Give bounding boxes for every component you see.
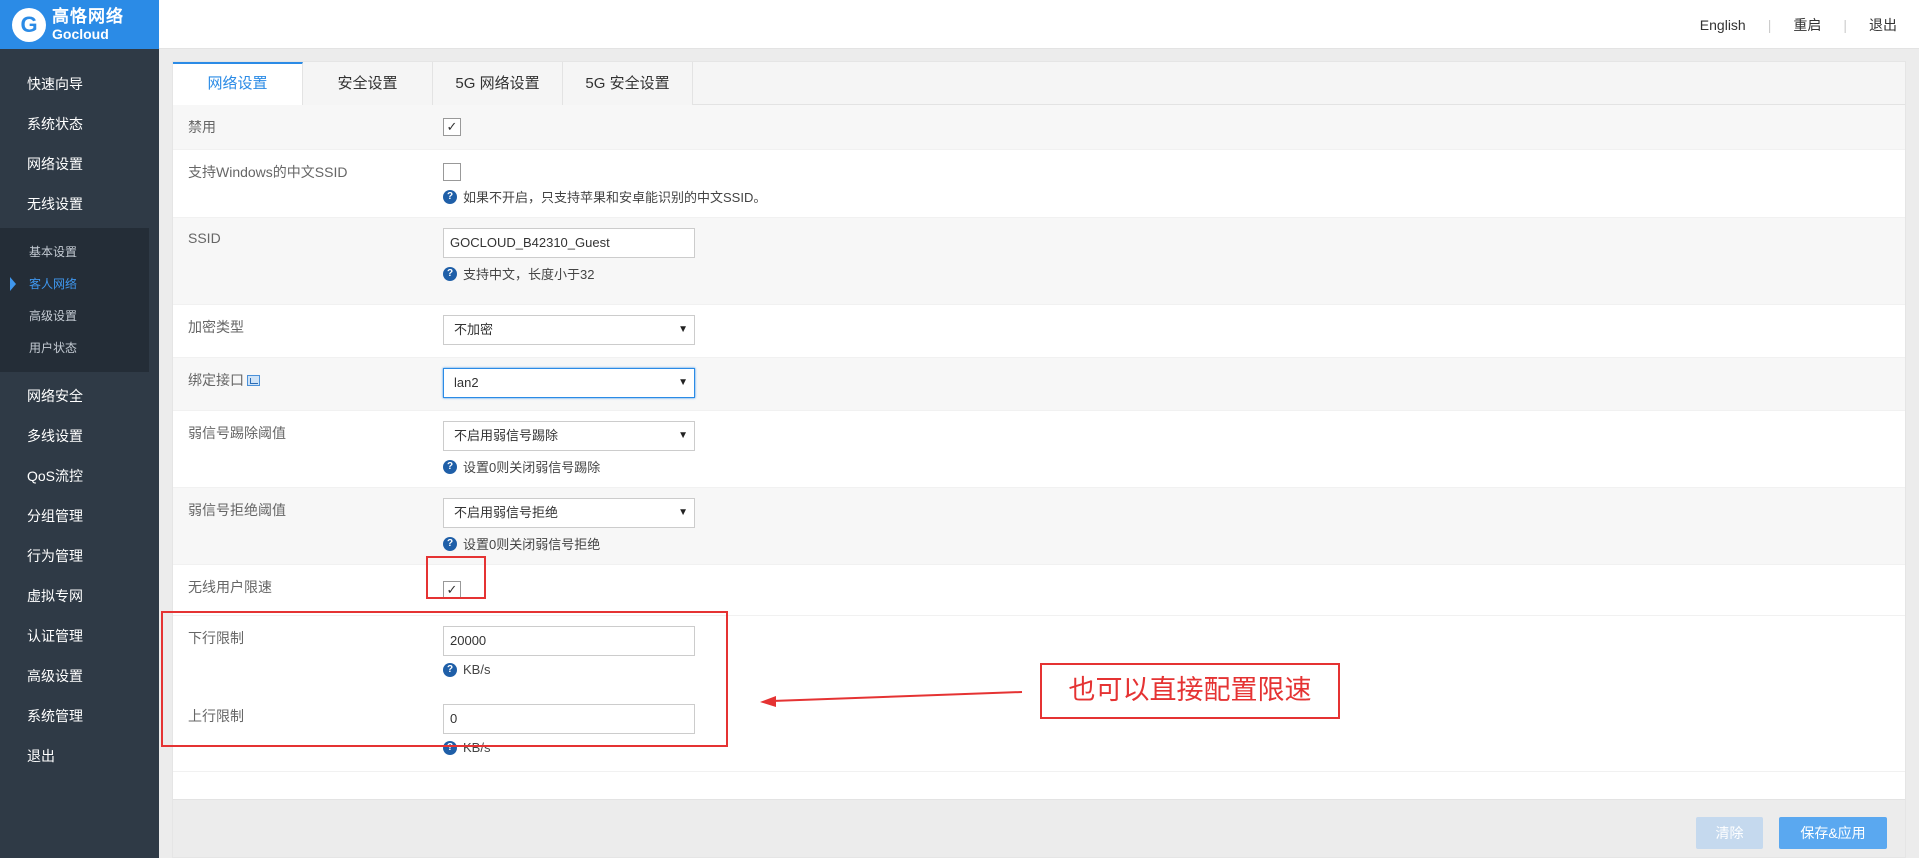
footer-bar: 清除 保存&应用	[173, 799, 1905, 857]
disable-checkbox[interactable]: ✓	[443, 118, 461, 136]
dropdown-arrow-icon: ▼	[678, 377, 688, 388]
row-weak-kick: 弱信号踢除阈值 不启用弱信号踢除 ▼ ? 设置0则关闭弱信号踢除	[173, 411, 1905, 488]
row-disable: 禁用 ✓	[173, 105, 1905, 150]
sidebar-item-multi-wan[interactable]: 多线设置	[0, 416, 159, 456]
bind-interface-label: 绑定接口	[173, 358, 443, 410]
info-icon[interactable]	[247, 375, 260, 386]
help-icon: ?	[443, 266, 457, 281]
row-ssid: SSID GOCLOUD_B42310_Guest ? 支持中文，长度小于32	[173, 218, 1905, 305]
weak-reject-select[interactable]: 不启用弱信号拒绝 ▼	[443, 498, 695, 528]
ssid-label: SSID	[188, 230, 221, 246]
encryption-label: 加密类型	[188, 319, 244, 335]
clear-button[interactable]: 清除	[1696, 817, 1763, 849]
weak-kick-label: 弱信号踢除阈值	[188, 425, 286, 441]
bind-interface-select[interactable]: lan2 ▼	[443, 368, 695, 398]
rate-limit-label: 无线用户限速	[188, 579, 272, 595]
sidebar-item-group-management[interactable]: 分组管理	[0, 496, 159, 536]
language-link[interactable]: English	[1678, 17, 1768, 33]
sidebar-item-network-security[interactable]: 网络安全	[0, 376, 159, 416]
tab-bar: 网络设置 安全设置 5G 网络设置 5G 安全设置	[173, 62, 1905, 106]
row-weak-reject: 弱信号拒绝阈值 不启用弱信号拒绝 ▼ ? 设置0则关闭弱信号拒绝	[173, 488, 1905, 565]
row-encryption: 加密类型 不加密 ▼	[173, 305, 1905, 358]
sidebar-nav: 快速向导 系统状态 网络设置 无线设置	[0, 49, 159, 224]
weak-reject-value: 不启用弱信号拒绝	[454, 505, 559, 520]
brand-name-cn: 高恪网络	[52, 7, 124, 26]
dropdown-arrow-icon: ▼	[678, 507, 688, 518]
help-icon: ?	[443, 536, 457, 551]
sidebar-item-network-settings[interactable]: 网络设置	[0, 144, 159, 184]
annotation-highlight-limits	[161, 611, 728, 747]
sidebar-item-wireless-settings[interactable]: 无线设置	[0, 184, 159, 224]
sidebar-item-qos[interactable]: QoS流控	[0, 456, 159, 496]
annotation-callout: 也可以直接配置限速	[1040, 663, 1340, 719]
sidebar-item-system-management[interactable]: 系统管理	[0, 696, 159, 736]
dropdown-arrow-icon: ▼	[678, 430, 688, 441]
subnav-item-advanced[interactable]: 高级设置	[0, 300, 149, 332]
windows-ssid-checkbox[interactable]	[443, 163, 461, 181]
tab-security-settings[interactable]: 安全设置	[303, 62, 433, 105]
sidebar-nav-bottom: 网络安全 多线设置 QoS流控 分组管理 行为管理 虚拟专网 认证管理 高级设置…	[0, 376, 159, 776]
weak-kick-hint: 设置0则关闭弱信号踢除	[463, 460, 601, 475]
help-icon: ?	[443, 189, 457, 204]
bind-interface-label-text: 绑定接口	[188, 372, 244, 388]
cloud-logo-icon: G	[12, 7, 46, 42]
ssid-input[interactable]: GOCLOUD_B42310_Guest	[443, 228, 695, 258]
sidebar-item-system-status[interactable]: 系统状态	[0, 104, 159, 144]
subnav-item-basic[interactable]: 基本设置	[0, 236, 149, 268]
weak-kick-value: 不启用弱信号踢除	[454, 428, 559, 443]
windows-ssid-hint: 如果不开启，只支持苹果和安卓能识别的中文SSID。	[463, 190, 767, 205]
reboot-link[interactable]: 重启	[1771, 15, 1843, 35]
sidebar: G 高恪网络 Gocloud 快速向导 系统状态 网络设置 无线设置 基本设置 …	[0, 0, 159, 858]
sidebar-item-vpn[interactable]: 虚拟专网	[0, 576, 159, 616]
encryption-value: 不加密	[454, 322, 494, 337]
weak-kick-select[interactable]: 不启用弱信号踢除 ▼	[443, 421, 695, 451]
top-bar: English | 重启 | 退出	[159, 0, 1919, 49]
weak-reject-label: 弱信号拒绝阈值	[188, 502, 286, 518]
tab-5g-security-settings[interactable]: 5G 安全设置	[563, 62, 693, 105]
disable-label: 禁用	[188, 119, 216, 135]
wireless-subnav: 基本设置 客人网络 高级设置 用户状态	[0, 228, 149, 372]
subnav-item-user-status[interactable]: 用户状态	[0, 332, 149, 364]
dropdown-arrow-icon: ▼	[678, 324, 688, 335]
subnav-item-guest-network[interactable]: 客人网络	[0, 268, 149, 300]
sidebar-item-quick-guide[interactable]: 快速向导	[0, 64, 159, 104]
annotation-highlight-checkbox	[426, 556, 486, 599]
sidebar-item-auth-management[interactable]: 认证管理	[0, 616, 159, 656]
tab-network-settings[interactable]: 网络设置	[173, 62, 303, 106]
tab-5g-network-settings[interactable]: 5G 网络设置	[433, 62, 563, 105]
logo[interactable]: G 高恪网络 Gocloud	[0, 0, 159, 49]
help-icon: ?	[443, 459, 457, 474]
row-bind-interface: 绑定接口 lan2 ▼	[173, 358, 1905, 411]
ssid-hint: 支持中文，长度小于32	[463, 267, 595, 282]
sidebar-item-behavior-management[interactable]: 行为管理	[0, 536, 159, 576]
encryption-select[interactable]: 不加密 ▼	[443, 315, 695, 345]
sidebar-item-advanced-settings[interactable]: 高级设置	[0, 656, 159, 696]
save-apply-button[interactable]: 保存&应用	[1779, 817, 1887, 849]
bind-interface-value: lan2	[454, 375, 479, 390]
windows-ssid-label: 支持Windows的中文SSID	[188, 164, 348, 180]
logout-link[interactable]: 退出	[1847, 15, 1919, 35]
sidebar-item-logout[interactable]: 退出	[0, 736, 159, 776]
weak-reject-hint: 设置0则关闭弱信号拒绝	[463, 537, 601, 552]
brand-name-en: Gocloud	[52, 26, 109, 42]
row-windows-ssid: 支持Windows的中文SSID ? 如果不开启，只支持苹果和安卓能识别的中文SS…	[173, 150, 1905, 218]
